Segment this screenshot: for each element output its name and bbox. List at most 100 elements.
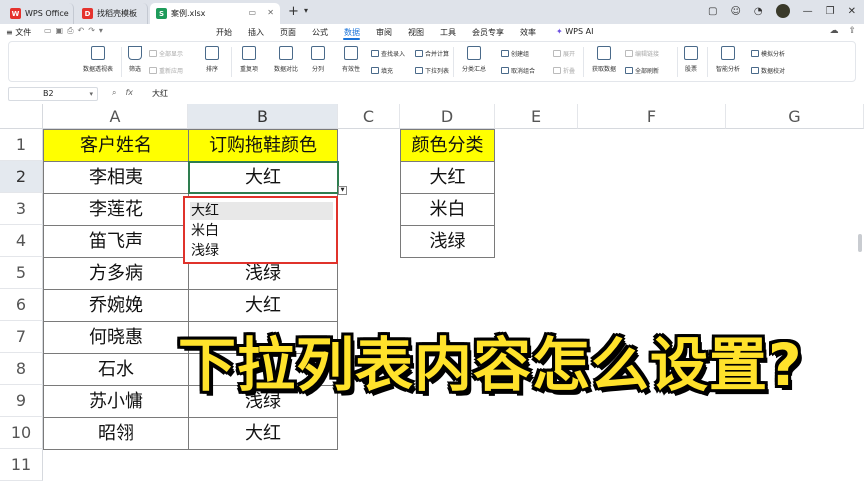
data-verify-button[interactable]: 数据校对 bbox=[751, 66, 785, 75]
fx-icon[interactable]: fx bbox=[125, 88, 133, 98]
chevron-down-icon[interactable]: ▾ bbox=[89, 88, 93, 100]
customer-name-cell[interactable]: 李莲花 bbox=[43, 193, 189, 226]
row-header-4[interactable]: 4 bbox=[0, 225, 43, 257]
column-header-e[interactable]: E bbox=[495, 104, 578, 129]
column-header-d[interactable]: D bbox=[400, 104, 495, 129]
subtotal-button[interactable]: 分类汇总 bbox=[459, 46, 489, 73]
customer-name-cell[interactable]: 苏小慵 bbox=[43, 385, 189, 418]
data-compare-button[interactable]: 数据对比 bbox=[269, 46, 303, 73]
edit-link-button[interactable]: 编辑链接 bbox=[625, 49, 659, 58]
menu-efficiency[interactable]: 效率 bbox=[520, 27, 536, 38]
header-color-category[interactable]: 颜色分类 bbox=[400, 129, 495, 162]
close-window-icon[interactable]: ✕ bbox=[848, 6, 856, 17]
dropdown-list-button[interactable]: 下拉列表 bbox=[415, 66, 449, 75]
column-header-c[interactable]: C bbox=[338, 104, 400, 129]
name-box[interactable]: B2 ▾ bbox=[8, 87, 98, 101]
color-category-cell[interactable]: 浅绿 bbox=[400, 225, 495, 258]
chevron-down-icon[interactable]: ▾ bbox=[304, 6, 308, 15]
avatar[interactable] bbox=[775, 4, 790, 18]
menu-page[interactable]: 页面 bbox=[280, 27, 296, 38]
menu-review[interactable]: 审阅 bbox=[376, 27, 392, 38]
row-header-11[interactable]: 11 bbox=[0, 449, 43, 481]
tab-wps-office[interactable]: W WPS Office bbox=[4, 3, 74, 24]
header-slipper-color[interactable]: 订购拖鞋颜色 bbox=[188, 129, 338, 162]
color-category-cell[interactable]: 米白 bbox=[400, 193, 495, 226]
column-header-g[interactable]: G bbox=[726, 104, 864, 129]
customer-name-cell[interactable]: 笛飞声 bbox=[43, 225, 189, 258]
file-menu[interactable]: ≡ 文件 bbox=[6, 27, 31, 38]
tab-case-xlsx[interactable]: S 案例.xlsx ▭ ✕ bbox=[150, 3, 280, 24]
menu-member[interactable]: 会员专享 bbox=[472, 27, 504, 38]
smart-analysis-button[interactable]: 智能分析 bbox=[711, 46, 745, 73]
notification-icon[interactable]: ◔ bbox=[754, 6, 763, 17]
tab-docer-templates[interactable]: D 找稻壳模板 bbox=[76, 3, 148, 24]
header-customer-name[interactable]: 客户姓名 bbox=[43, 129, 189, 162]
create-group-button[interactable]: 创建组 bbox=[501, 49, 529, 58]
expand-button[interactable]: 展开 bbox=[553, 49, 575, 58]
merge-calc-label: 合并计算 bbox=[425, 51, 450, 58]
duplicates-button[interactable]: 重复项 bbox=[237, 46, 261, 73]
row-header-10[interactable]: 10 bbox=[0, 417, 43, 449]
column-header-f[interactable]: F bbox=[578, 104, 726, 129]
vertical-scrollbar[interactable] bbox=[858, 234, 862, 252]
split-column-button[interactable]: 分列 bbox=[307, 46, 329, 73]
menu-data[interactable]: 数据 bbox=[344, 27, 360, 38]
fill-button[interactable]: 填充 bbox=[371, 66, 393, 75]
column-header-a[interactable]: A bbox=[43, 104, 188, 129]
menu-view[interactable]: 视图 bbox=[408, 27, 424, 38]
quick-access-icons[interactable]: ▭▣⎙↶↷▾ bbox=[44, 26, 107, 36]
row-header-1[interactable]: 1 bbox=[0, 129, 43, 161]
customer-name-cell[interactable]: 石水 bbox=[43, 353, 189, 386]
new-tab-button[interactable]: + bbox=[288, 4, 299, 19]
row-header-7[interactable]: 7 bbox=[0, 321, 43, 353]
customer-name-cell[interactable]: 李相夷 bbox=[43, 161, 189, 194]
row-header-2[interactable]: 2 bbox=[0, 161, 43, 193]
menu-formula[interactable]: 公式 bbox=[312, 27, 328, 38]
stocks-button[interactable]: 股票 bbox=[681, 46, 701, 73]
share-icon[interactable]: ⇪ bbox=[848, 26, 856, 36]
show-all-button[interactable]: 全部显示 bbox=[149, 49, 183, 58]
ungroup-button[interactable]: 取消组合 bbox=[501, 66, 535, 75]
skin-icon[interactable]: ☺ bbox=[730, 6, 740, 17]
reapply-button[interactable]: 重新应用 bbox=[149, 66, 183, 75]
menu-start[interactable]: 开始 bbox=[216, 27, 232, 38]
row-header-3[interactable]: 3 bbox=[0, 193, 43, 225]
dropdown-option[interactable]: 浅绿 bbox=[190, 242, 333, 260]
customer-name-cell[interactable]: 何晓惠 bbox=[43, 321, 189, 354]
zoom-icon[interactable]: ⌕ bbox=[112, 88, 116, 98]
customer-name-cell[interactable]: 乔婉娩 bbox=[43, 289, 189, 322]
row-header-8[interactable]: 8 bbox=[0, 353, 43, 385]
merge-calc-button[interactable]: 合并计算 bbox=[415, 49, 449, 58]
pivot-table-button[interactable]: 数据透视表 bbox=[77, 46, 119, 73]
slipper-color-cell[interactable]: 大红 bbox=[188, 417, 338, 450]
refresh-all-button[interactable]: 全部刷新 bbox=[625, 66, 659, 75]
customer-name-cell[interactable]: 昭翎 bbox=[43, 417, 189, 450]
window-layout-icon[interactable]: ▢ bbox=[708, 6, 717, 17]
customer-name-cell[interactable]: 方多病 bbox=[43, 257, 189, 290]
menu-tools[interactable]: 工具 bbox=[440, 27, 456, 38]
dropdown-option[interactable]: 米白 bbox=[190, 222, 333, 240]
formula-input[interactable]: 大红 bbox=[152, 88, 168, 99]
select-all-corner[interactable] bbox=[0, 104, 43, 129]
menu-wps-ai[interactable]: ✦ WPS AI bbox=[556, 27, 593, 36]
menu-insert[interactable]: 插入 bbox=[248, 27, 264, 38]
collapse-button[interactable]: 折叠 bbox=[553, 66, 575, 75]
lookup-entry-button[interactable]: 查找录入 bbox=[371, 49, 405, 58]
close-icon[interactable]: ✕ bbox=[267, 8, 274, 17]
get-data-button[interactable]: 获取数据 bbox=[587, 46, 621, 73]
column-header-b[interactable]: B bbox=[188, 104, 338, 129]
row-header-5[interactable]: 5 bbox=[0, 257, 43, 289]
validity-button[interactable]: 有效性 bbox=[337, 46, 365, 73]
color-category-cell[interactable]: 大红 bbox=[400, 161, 495, 194]
filter-button[interactable]: 筛选 bbox=[125, 46, 145, 73]
row-header-6[interactable]: 6 bbox=[0, 289, 43, 321]
row-header-9[interactable]: 9 bbox=[0, 385, 43, 417]
cell-dropdown-arrow-icon[interactable]: ▼ bbox=[338, 186, 347, 195]
minimize-icon[interactable]: — bbox=[803, 6, 813, 17]
dropdown-option[interactable]: 大红 bbox=[190, 202, 333, 220]
sort-button[interactable]: 排序 bbox=[202, 46, 222, 73]
cloud-icon[interactable]: ☁ bbox=[829, 26, 838, 36]
maximize-icon[interactable]: ❐ bbox=[826, 6, 835, 17]
simulation-button[interactable]: 模拟分析 bbox=[751, 49, 785, 58]
monitor-icon[interactable]: ▭ bbox=[248, 8, 256, 17]
